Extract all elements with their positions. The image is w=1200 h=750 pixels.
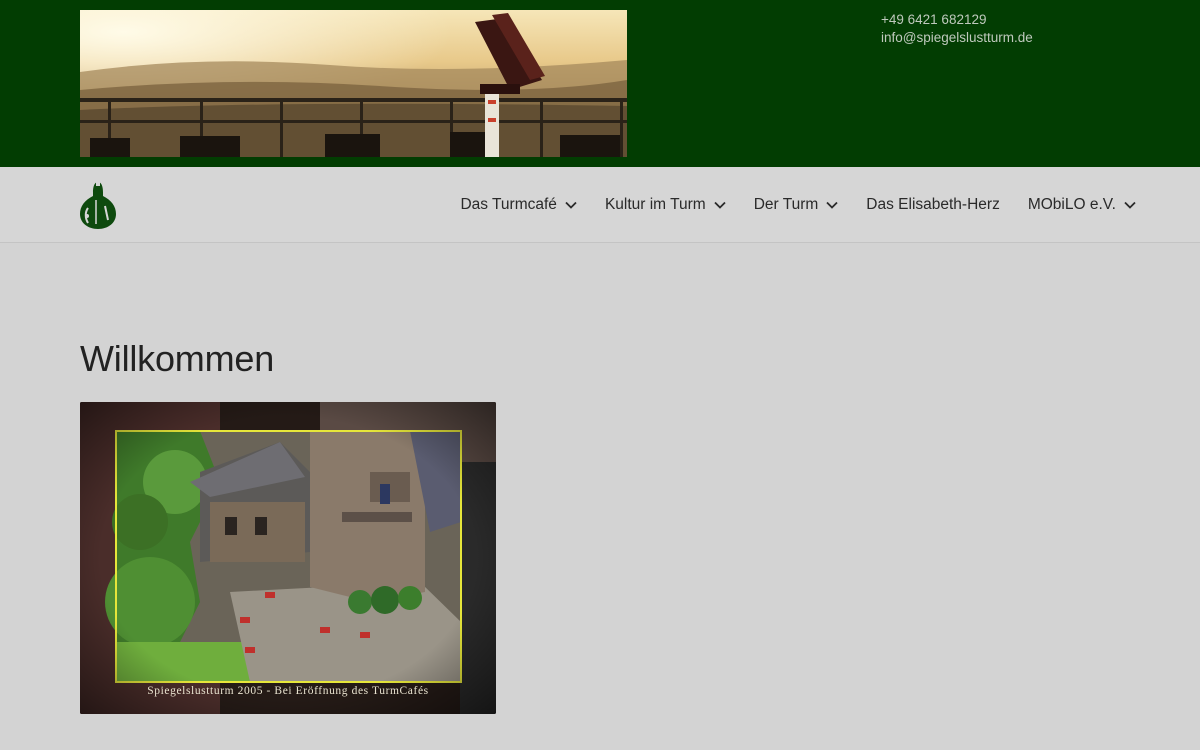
nav-item-label: Das Elisabeth-Herz xyxy=(866,196,1000,213)
top-header: +49 6421 682129 info@spiegelslustturm.de xyxy=(0,0,1200,167)
header-banner-image xyxy=(80,10,627,157)
main-navigation: Das Turmcafé Kultur im Turm Der Turm Das… xyxy=(0,167,1200,243)
nav-item-mobilo[interactable]: MObiLO e.V. xyxy=(1028,196,1136,214)
email-link[interactable]: info@spiegelslustturm.de xyxy=(881,29,1033,47)
chevron-down-icon xyxy=(826,201,838,209)
chevron-down-icon xyxy=(565,201,577,209)
nav-item-label: Das Turmcafé xyxy=(460,196,557,213)
contact-info: +49 6421 682129 info@spiegelslustturm.de xyxy=(881,11,1033,47)
nav-item-das-turmcafe[interactable]: Das Turmcafé xyxy=(460,196,577,214)
photo-caption: Spiegelslustturm 2005 - Bei Eröffnung de… xyxy=(147,685,429,697)
phone-link[interactable]: +49 6421 682129 xyxy=(881,11,1033,29)
nav-item-kultur-im-turm[interactable]: Kultur im Turm xyxy=(605,196,726,214)
chevron-down-icon xyxy=(1124,201,1136,209)
nav-item-das-elisabeth-herz[interactable]: Das Elisabeth-Herz xyxy=(866,196,1000,214)
nav-item-label: MObiLO e.V. xyxy=(1027,196,1116,213)
nav-item-label: Kultur im Turm xyxy=(604,196,706,213)
nav-menu: Das Turmcafé Kultur im Turm Der Turm Das… xyxy=(432,167,1136,243)
chevron-down-icon xyxy=(714,201,726,209)
nav-item-der-turm[interactable]: Der Turm xyxy=(754,196,839,214)
tower-logo-icon[interactable] xyxy=(79,180,117,230)
tower-cafe-photo[interactable]: Spiegelslustturm 2005 - Bei Eröffnung de… xyxy=(80,402,496,714)
page-title: Willkommen xyxy=(80,338,275,379)
nav-item-label: Der Turm xyxy=(753,196,819,213)
